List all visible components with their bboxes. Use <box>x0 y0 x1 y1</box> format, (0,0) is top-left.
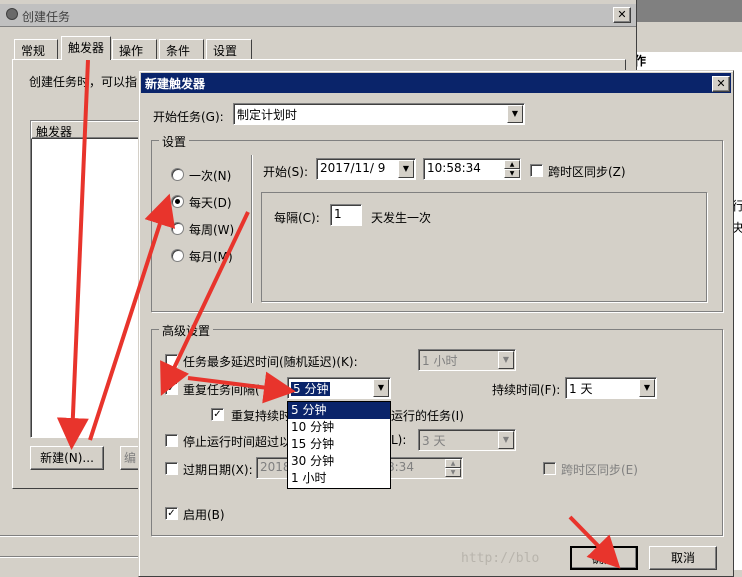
delay-label[interactable]: 任务最多延迟时间(随机延迟)(K): <box>183 353 358 370</box>
sync-timezone-label[interactable]: 跨时区同步(Z) <box>548 163 626 180</box>
spinner-up-icon[interactable]: ▲ <box>504 160 520 169</box>
triggers-description: 创建任务时，可以指 <box>29 75 138 89</box>
stop-after-label[interactable]: 停止运行时间超过以 <box>183 433 291 450</box>
repeat-interval-dropdown-list[interactable]: 5 分钟 10 分钟 15 分钟 30 分钟 1 小时 <box>287 401 391 489</box>
settings-divider <box>251 155 253 303</box>
task-scheduler-icon <box>6 8 18 20</box>
new-trigger-button[interactable]: 新建(N)... <box>30 446 104 470</box>
begin-task-select[interactable]: 制定计划时 <box>233 103 525 125</box>
close-button[interactable]: ✕ <box>613 7 631 23</box>
expire-sync-checkbox[interactable] <box>543 462 556 475</box>
settings-group-label: 设置 <box>159 133 190 150</box>
chevron-down-icon[interactable]: ▼ <box>498 351 514 369</box>
expire-checkbox[interactable] <box>165 462 178 475</box>
delay-checkbox[interactable] <box>165 354 178 367</box>
recur-suffix: 天发生一次 <box>371 211 432 225</box>
recur-label: 每隔(C): <box>274 211 320 225</box>
tab-triggers[interactable]: 触发器 <box>61 36 111 60</box>
calendar-dropdown-icon[interactable]: ▼ <box>398 160 414 178</box>
create-task-titlebar: 创建任务 ✕ <box>0 4 636 27</box>
radio-monthly-label[interactable]: 每月(M) <box>189 248 233 265</box>
dialog-close-button[interactable]: ✕ <box>712 76 730 92</box>
advanced-group-label: 高级设置 <box>159 322 214 339</box>
duration-label: 持续时间(F): <box>492 383 561 397</box>
repeat-stop-suffix[interactable]: 运行的任务(I) <box>391 407 464 424</box>
enabled-label[interactable]: 启用(B) <box>183 506 225 523</box>
repeat-checkbox[interactable]: ✓ <box>165 382 178 395</box>
radio-once-label[interactable]: 一次(N) <box>189 167 231 184</box>
spinner-up-icon[interactable]: ▲ <box>445 459 461 468</box>
stop-after-checkbox[interactable] <box>165 434 178 447</box>
triggers-list[interactable]: 触发器 <box>30 120 142 438</box>
spinner-down-icon[interactable]: ▼ <box>504 169 520 178</box>
dropdown-option[interactable]: 1 小时 <box>288 470 390 487</box>
new-trigger-dialog: 新建触发器 ✕ 开始任务(G): 制定计划时 ▼ 设置 一次(N) 每天(D) … <box>138 70 734 577</box>
cancel-button[interactable]: 取消 <box>649 546 717 570</box>
expire-label[interactable]: 过期日期(X): <box>183 461 253 478</box>
watermark-text: http://blo <box>461 551 540 566</box>
edit-trigger-button[interactable]: 编 <box>120 446 140 470</box>
enabled-checkbox[interactable]: ✓ <box>165 507 178 520</box>
chevron-down-icon[interactable]: ▼ <box>507 105 523 123</box>
radio-weekly[interactable] <box>171 222 184 235</box>
tab-actions[interactable]: 操作 <box>112 39 157 59</box>
dropdown-option[interactable]: 30 分钟 <box>288 453 390 470</box>
tab-general[interactable]: 常规 <box>14 39 58 59</box>
dropdown-option[interactable]: 15 分钟 <box>288 436 390 453</box>
dialog-title: 新建触发器 <box>145 77 206 91</box>
recur-input[interactable]: 1 <box>330 204 362 226</box>
tab-settings[interactable]: 设置 <box>206 39 252 59</box>
begin-task-label: 开始任务(G): <box>153 110 224 124</box>
stop-after-label-suffix: L): <box>391 433 407 447</box>
recur-group <box>261 192 707 302</box>
radio-daily-label[interactable]: 每天(D) <box>189 194 232 211</box>
dropdown-option[interactable]: 10 分钟 <box>288 419 390 436</box>
spinner-down-icon[interactable]: ▼ <box>445 468 461 477</box>
repeat-label[interactable]: 重复任务间隔( <box>183 381 260 398</box>
dialog-titlebar: 新建触发器 ✕ <box>141 73 731 93</box>
chevron-down-icon[interactable]: ▼ <box>498 431 514 449</box>
chevron-down-icon[interactable]: ▼ <box>373 379 389 397</box>
ok-button[interactable]: 确定 <box>570 546 638 570</box>
radio-once[interactable] <box>171 168 184 181</box>
triggers-list-header[interactable]: 触发器 <box>31 121 141 139</box>
repeat-stop-checkbox[interactable]: ✓ <box>211 408 224 421</box>
radio-monthly[interactable] <box>171 249 184 262</box>
start-label: 开始(S): <box>263 165 309 179</box>
sync-timezone-checkbox[interactable] <box>530 164 543 177</box>
create-task-title: 创建任务 <box>22 10 71 24</box>
dropdown-option[interactable]: 5 分钟 <box>288 402 390 419</box>
radio-daily[interactable] <box>171 195 184 208</box>
tab-conditions[interactable]: 条件 <box>159 39 204 59</box>
repeat-stop-label[interactable]: 重复持续时 <box>231 407 291 424</box>
expire-sync-label[interactable]: 跨时区同步(E) <box>561 461 638 478</box>
radio-weekly-label[interactable]: 每周(W) <box>189 221 234 238</box>
chevron-down-icon[interactable]: ▼ <box>639 379 655 397</box>
